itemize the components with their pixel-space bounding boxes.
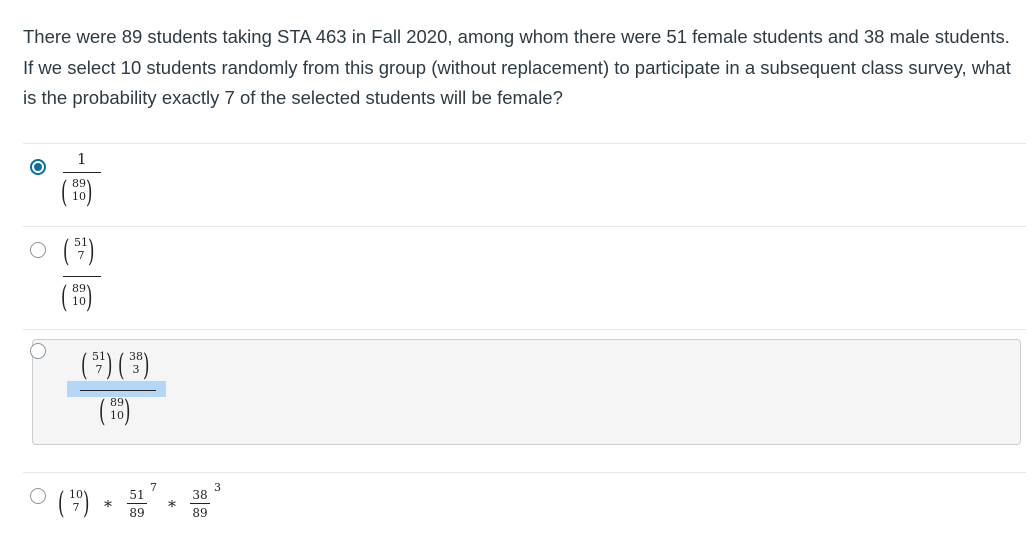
left-paren: ( (99, 394, 106, 429)
left-paren: ( (63, 234, 70, 269)
frac2-num: 38 (192, 488, 208, 502)
answer-2-radio[interactable] (30, 242, 46, 258)
frac2-den: 89 (192, 506, 208, 520)
fraction-bar (80, 390, 156, 391)
fraction-bar (63, 172, 101, 173)
frac1-num: 51 (129, 488, 145, 502)
left-paren: ( (58, 486, 65, 521)
fraction-bar (190, 503, 210, 504)
left-paren: ( (61, 175, 68, 210)
right-paren: ) (124, 394, 131, 429)
right-paren: ) (88, 234, 95, 269)
selection-highlight (67, 381, 166, 397)
left-paren: ( (118, 348, 125, 383)
answer-1-numerator: 1 (77, 150, 87, 168)
right-paren: ) (106, 348, 113, 383)
right-paren: ) (86, 280, 93, 315)
answer-4-radio[interactable] (30, 488, 46, 504)
divider (23, 472, 1026, 473)
left-paren: ( (61, 280, 68, 315)
frac1-den: 89 (129, 506, 145, 520)
left-paren: ( (81, 348, 88, 383)
divider (23, 226, 1026, 227)
fraction-bar (63, 276, 101, 277)
right-paren: ) (83, 486, 90, 521)
frac2-exponent: 3 (214, 481, 221, 494)
times-operator: * (168, 497, 176, 516)
answer-3-radio[interactable] (30, 343, 46, 359)
divider (23, 329, 1026, 330)
fraction-bar (127, 503, 147, 504)
frac1-exponent: 7 (150, 481, 157, 494)
answer-3-hover-box[interactable] (32, 339, 1021, 445)
times-operator: * (104, 497, 112, 516)
right-paren: ) (86, 175, 93, 210)
answer-1-radio-selected[interactable] (30, 159, 46, 175)
divider (23, 143, 1026, 144)
question-text: There were 89 students taking STA 463 in… (23, 26, 1011, 108)
right-paren: ) (143, 348, 150, 383)
